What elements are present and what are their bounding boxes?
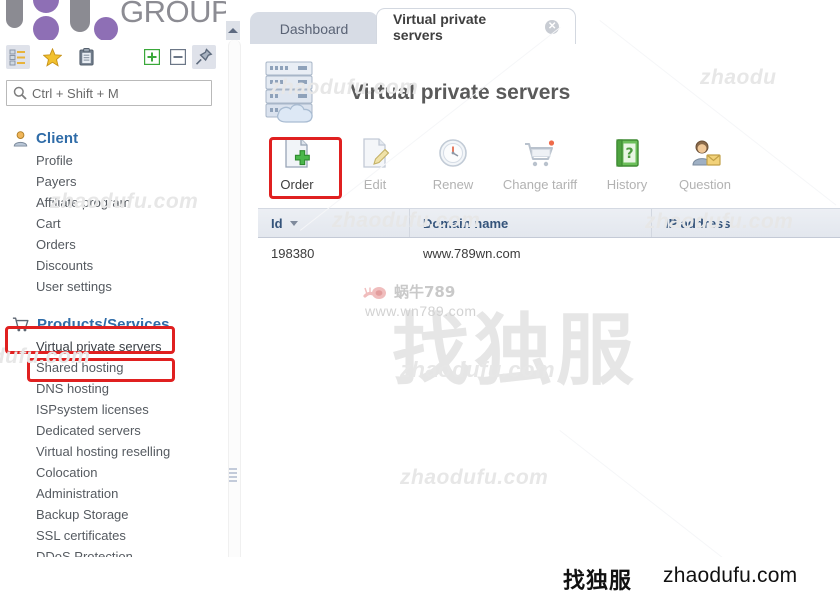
collapse-all-icon[interactable] — [166, 45, 190, 69]
expand-all-icon[interactable] — [140, 45, 164, 69]
toolbar-button-label: Change tariff — [502, 177, 578, 192]
table-header-row: Id Domain name IP address — [258, 208, 840, 238]
column-header-id[interactable]: Id — [258, 209, 410, 237]
tab-virtual-private-servers[interactable]: Virtual private servers ✕ — [376, 8, 576, 45]
brand-logo[interactable]: GROUP — [0, 0, 226, 40]
toolbar-button-order[interactable]: Order — [258, 133, 336, 192]
search-box[interactable] — [6, 80, 212, 106]
cell-id: 198380 — [271, 245, 315, 261]
table-row[interactable]: 198380 www.789wn.com — [258, 238, 840, 268]
toolbar-button-label: History — [606, 177, 648, 192]
sidebar-item-profile[interactable]: Profile — [0, 150, 226, 171]
sort-descending-icon — [289, 220, 298, 226]
cell-ip-address — [652, 238, 828, 268]
action-toolbar: Order Edit Renew Change tariff ? History… — [258, 133, 833, 199]
sidebar-item-cart[interactable]: Cart — [0, 213, 226, 234]
svg-text:?: ? — [625, 146, 633, 162]
clipboard-icon[interactable] — [74, 45, 98, 69]
sidebar-group-client[interactable]: Client — [0, 126, 226, 150]
sidebar-item-colocation[interactable]: Colocation — [0, 462, 226, 483]
tab-bar: Dashboard Virtual private servers ✕ — [240, 0, 840, 45]
sidebar-item-administration[interactable]: Administration — [0, 483, 226, 504]
sidebar-item-ispsystem-licenses[interactable]: ISPsystem licenses — [0, 399, 226, 420]
user-icon — [13, 130, 28, 147]
footer-url: zhaodufu.com — [663, 564, 798, 587]
scroll-up-arrow-icon[interactable] — [226, 21, 240, 40]
document-pencil-icon — [363, 138, 390, 168]
toolbar-button-question[interactable]: Question — [666, 133, 744, 192]
logo-mark-icon — [6, 0, 118, 40]
sidebar-toolbar — [0, 44, 226, 72]
sidebar-group-label: Products/Services — [37, 315, 170, 333]
sidebar-item-dns-hosting[interactable]: DNS hosting — [0, 378, 226, 399]
user-mail-icon — [692, 140, 721, 166]
close-icon[interactable]: ✕ — [545, 19, 559, 34]
sidebar-navigation: Client Profile Payers Affiliate program … — [0, 126, 226, 567]
tab-label: Dashboard — [279, 20, 349, 37]
brand-name: GROUP — [120, 0, 226, 29]
splitter-grip-handle[interactable] — [229, 468, 237, 482]
cell-domain-name: www.789wn.com — [423, 245, 521, 261]
search-input[interactable] — [32, 85, 192, 101]
cart-icon — [525, 140, 555, 167]
column-header-label: Domain name — [423, 215, 509, 231]
column-header-label: IP address — [665, 215, 731, 231]
column-header-label: Id — [271, 215, 283, 231]
sidebar-item-virtual-hosting-reselling[interactable]: Virtual hosting reselling — [0, 441, 226, 462]
sidebar: GROUP Ctrl + Shift + M Client Profile Pa… — [0, 0, 226, 597]
sidebar-item-ssl-certificates[interactable]: SSL certificates — [0, 525, 226, 546]
application-window: GROUP Ctrl + Shift + M Client Profile Pa… — [0, 0, 840, 597]
sidebar-item-user-settings[interactable]: User settings — [0, 276, 226, 297]
sidebar-scrollbar-track[interactable] — [228, 40, 241, 592]
toolbar-button-edit[interactable]: Edit — [336, 133, 414, 192]
toolbar-button-label: Edit — [363, 177, 387, 192]
toolbar-button-label: Renew — [432, 177, 474, 192]
footer-brand-cn: 找独服 — [563, 569, 633, 594]
document-add-icon — [285, 138, 310, 168]
sidebar-item-dedicated-servers[interactable]: Dedicated servers — [0, 420, 226, 441]
page-title: Virtual private servers — [350, 81, 571, 104]
sidebar-item-backup-storage[interactable]: Backup Storage — [0, 504, 226, 525]
sidebar-group-label: Client — [36, 129, 79, 147]
footer-bar: 找独服 zhaodufu.com — [0, 557, 840, 597]
search-icon — [13, 86, 27, 100]
toolbar-button-renew[interactable]: Renew — [414, 133, 492, 192]
sidebar-item-affiliate-program[interactable]: Affiliate program — [0, 192, 226, 213]
toolbar-button-change-tariff[interactable]: Change tariff — [492, 133, 588, 192]
clock-icon — [439, 139, 467, 167]
cart-icon — [12, 317, 29, 331]
sidebar-item-orders[interactable]: Orders — [0, 234, 226, 255]
tree-view-icon[interactable] — [6, 45, 30, 69]
toolbar-button-history[interactable]: ? History — [588, 133, 666, 192]
tab-dashboard[interactable]: Dashboard — [250, 12, 378, 45]
book-question-icon: ? — [616, 139, 639, 167]
sidebar-group-products-services[interactable]: Products/Services — [0, 312, 226, 336]
tab-content-divider — [240, 44, 840, 45]
toolbar-button-label: Order — [280, 177, 314, 192]
column-header-ip-address[interactable]: IP address — [652, 209, 828, 237]
tab-label: Virtual private servers — [393, 10, 487, 43]
sidebar-item-payers[interactable]: Payers — [0, 171, 226, 192]
sidebar-item-discounts[interactable]: Discounts — [0, 255, 226, 276]
main-content: Dashboard Virtual private servers ✕ Virt… — [240, 0, 840, 597]
column-header-domain-name[interactable]: Domain name — [410, 209, 652, 237]
page-header: Virtual private servers — [258, 58, 818, 128]
toolbar-button-label: Question — [678, 177, 732, 192]
sidebar-item-virtual-private-servers[interactable]: Virtual private servers — [0, 336, 226, 357]
pin-icon[interactable] — [192, 45, 216, 69]
servers-table: Id Domain name IP address 198380 www.789… — [258, 208, 840, 268]
sidebar-splitter[interactable] — [226, 0, 241, 597]
server-cloud-icon — [265, 61, 313, 123]
favorites-star-icon[interactable] — [40, 45, 64, 69]
sidebar-item-shared-hosting[interactable]: Shared hosting — [0, 357, 226, 378]
